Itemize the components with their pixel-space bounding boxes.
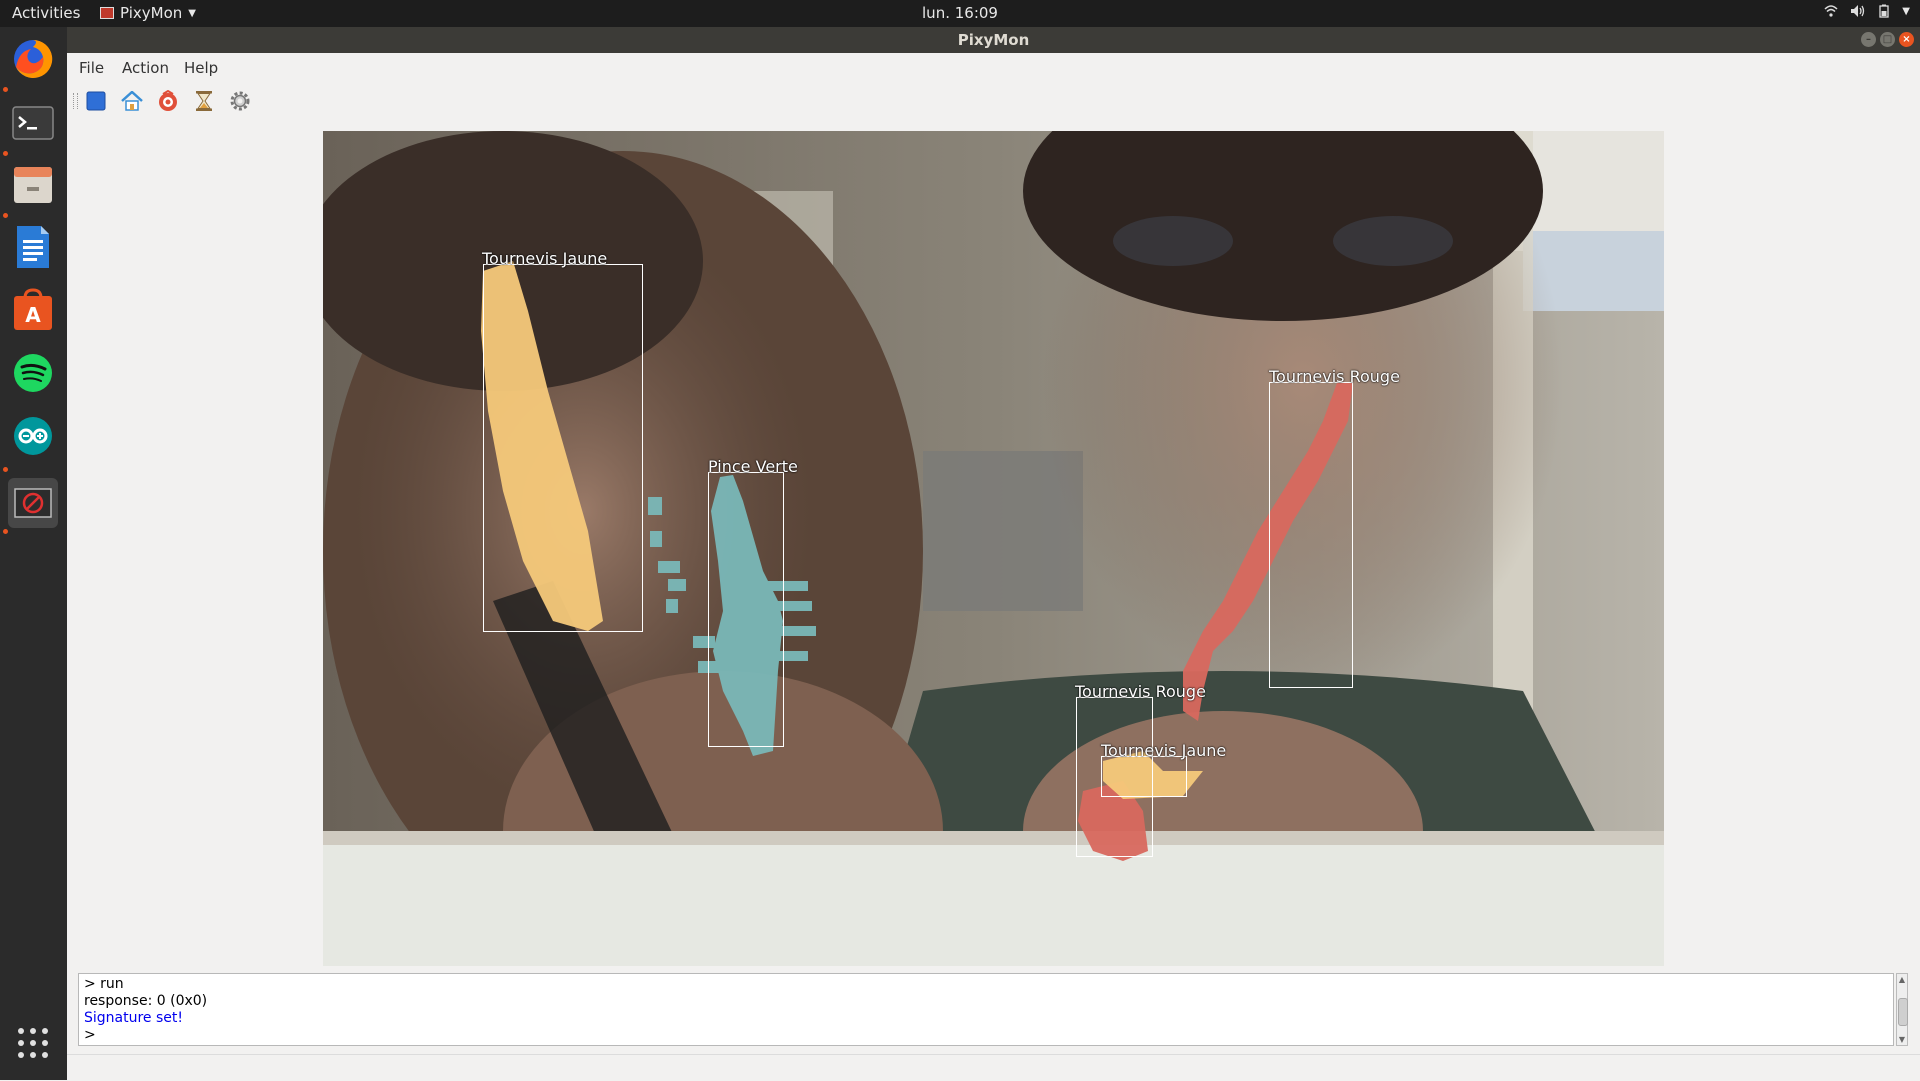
- app-menu-label: PixyMon: [120, 4, 183, 22]
- show-apps-icon[interactable]: [8, 1018, 58, 1068]
- app-menu[interactable]: PixyMon ▼: [100, 4, 196, 22]
- top-bar: Activities PixyMon ▼ lun. 16:09 ▼: [0, 0, 1920, 27]
- running-indicator: [3, 529, 8, 534]
- dock: A: [0, 27, 67, 1080]
- detection-box[interactable]: [708, 472, 784, 747]
- detection-label: Tournevis Rouge: [1075, 682, 1206, 701]
- detection-box[interactable]: [483, 264, 643, 632]
- toolbar-grip[interactable]: [73, 93, 78, 109]
- console-scrollbar[interactable]: ▲ ▼: [1896, 973, 1908, 1046]
- hourglass-icon[interactable]: [191, 88, 217, 114]
- pixymon-app-icon: [100, 7, 114, 19]
- scroll-up-icon[interactable]: ▲: [1897, 975, 1907, 984]
- detection-label: Pince Verte: [708, 457, 798, 476]
- system-tray[interactable]: ▼: [1824, 4, 1910, 22]
- minimize-icon[interactable]: –: [1861, 32, 1876, 47]
- window-title: PixyMon: [957, 31, 1030, 49]
- settings-icon[interactable]: [227, 88, 253, 114]
- pixymon-icon[interactable]: [8, 478, 58, 528]
- console-line: > run: [84, 976, 124, 992]
- status-bar: [67, 1054, 1920, 1081]
- wifi-icon[interactable]: [1824, 4, 1838, 22]
- console-line: response: 0 (0x0): [84, 993, 208, 1009]
- running-indicator: [3, 213, 8, 218]
- activities-button[interactable]: Activities: [12, 4, 80, 22]
- console-line: Signature set!: [84, 1010, 183, 1026]
- software-center-icon[interactable]: A: [8, 285, 58, 335]
- toolbar: [67, 81, 1920, 121]
- spotify-icon[interactable]: [8, 348, 58, 398]
- battery-icon[interactable]: [1878, 4, 1890, 22]
- menu-help[interactable]: Help: [184, 59, 218, 77]
- menu-bar: File Action Help: [67, 53, 1920, 81]
- detection-label: Tournevis Jaune: [482, 249, 608, 268]
- scrollbar-thumb[interactable]: [1898, 998, 1908, 1026]
- detection-label: Tournevis Rouge: [1269, 367, 1400, 386]
- detection-box[interactable]: [1269, 382, 1353, 688]
- detection-box[interactable]: [1101, 756, 1187, 797]
- menu-action[interactable]: Action: [122, 59, 169, 77]
- clock[interactable]: lun. 16:09: [922, 4, 998, 22]
- files-icon[interactable]: [8, 160, 58, 210]
- stop-icon[interactable]: [83, 88, 109, 114]
- svg-text:A: A: [25, 303, 41, 327]
- chevron-down-icon[interactable]: ▼: [1902, 4, 1910, 22]
- scroll-down-icon[interactable]: ▼: [1897, 1035, 1907, 1044]
- home-icon[interactable]: [119, 88, 145, 114]
- chevron-down-icon: ▼: [188, 7, 196, 19]
- menu-file[interactable]: File: [79, 59, 104, 77]
- raw-video-icon[interactable]: [155, 88, 181, 114]
- running-indicator: [3, 87, 8, 92]
- running-indicator: [3, 467, 8, 472]
- maximize-icon[interactable]: □: [1880, 32, 1895, 47]
- writer-icon[interactable]: [8, 222, 58, 272]
- close-icon[interactable]: ×: [1899, 32, 1914, 47]
- console-prompt[interactable]: >: [84, 1027, 96, 1043]
- terminal-icon[interactable]: [8, 98, 58, 148]
- arduino-icon[interactable]: [8, 411, 58, 461]
- detection-label: Tournevis Jaune: [1101, 741, 1227, 760]
- volume-icon[interactable]: [1850, 4, 1866, 22]
- camera-view[interactable]: Tournevis Jaune Pince Verte Tournevis Ro…: [323, 131, 1664, 966]
- console-output[interactable]: > run response: 0 (0x0) Signature set! >: [78, 973, 1894, 1046]
- running-indicator: [3, 151, 8, 156]
- firefox-icon[interactable]: [8, 34, 58, 84]
- window-titlebar[interactable]: PixyMon – □ ×: [67, 27, 1920, 53]
